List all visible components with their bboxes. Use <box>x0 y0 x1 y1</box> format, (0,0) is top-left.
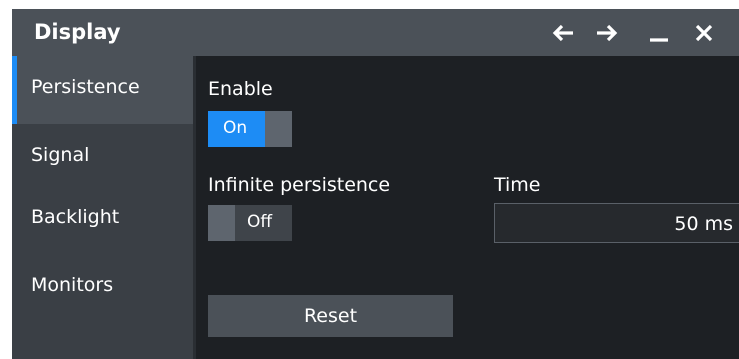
toggle-knob <box>265 111 292 147</box>
enable-toggle[interactable]: On <box>208 111 292 147</box>
close-icon[interactable] <box>694 23 714 47</box>
time-input[interactable]: 50 ms <box>494 203 739 243</box>
reset-button[interactable]: Reset <box>208 295 453 337</box>
title-bar: Display <box>12 9 739 56</box>
enable-toggle-value: On <box>223 118 248 138</box>
sidebar-item-backlight[interactable]: Backlight <box>12 186 193 254</box>
toggle-off-indicator: Off <box>235 205 292 241</box>
sidebar-item-signal[interactable]: Signal <box>12 124 193 192</box>
sidebar-item-label: Signal <box>31 144 90 166</box>
display-dialog: Display Persistence Signal Backlight Mon… <box>12 9 739 359</box>
forward-arrow-icon[interactable] <box>596 23 618 47</box>
sidebar: Persistence Signal Backlight Monitors <box>12 56 193 359</box>
time-label: Time <box>494 174 541 196</box>
toggle-on-indicator: On <box>208 111 265 147</box>
infinite-toggle-value: Off <box>247 212 273 232</box>
reset-button-label: Reset <box>303 305 358 327</box>
sidebar-item-label: Monitors <box>31 274 114 296</box>
sidebar-item-label: Backlight <box>31 206 120 228</box>
infinite-persistence-label: Infinite persistence <box>208 174 391 196</box>
back-arrow-icon[interactable] <box>552 23 574 47</box>
sidebar-item-label: Persistence <box>31 76 140 98</box>
sidebar-item-persistence[interactable]: Persistence <box>12 56 193 124</box>
time-value: 50 ms <box>674 213 733 235</box>
infinite-persistence-toggle[interactable]: Off <box>208 205 292 241</box>
toggle-knob <box>208 205 235 241</box>
minimize-icon[interactable] <box>648 23 670 47</box>
enable-label: Enable <box>208 78 273 100</box>
sidebar-item-monitors[interactable]: Monitors <box>12 254 193 322</box>
dialog-title: Display <box>34 20 121 44</box>
sidebar-divider <box>193 56 196 359</box>
